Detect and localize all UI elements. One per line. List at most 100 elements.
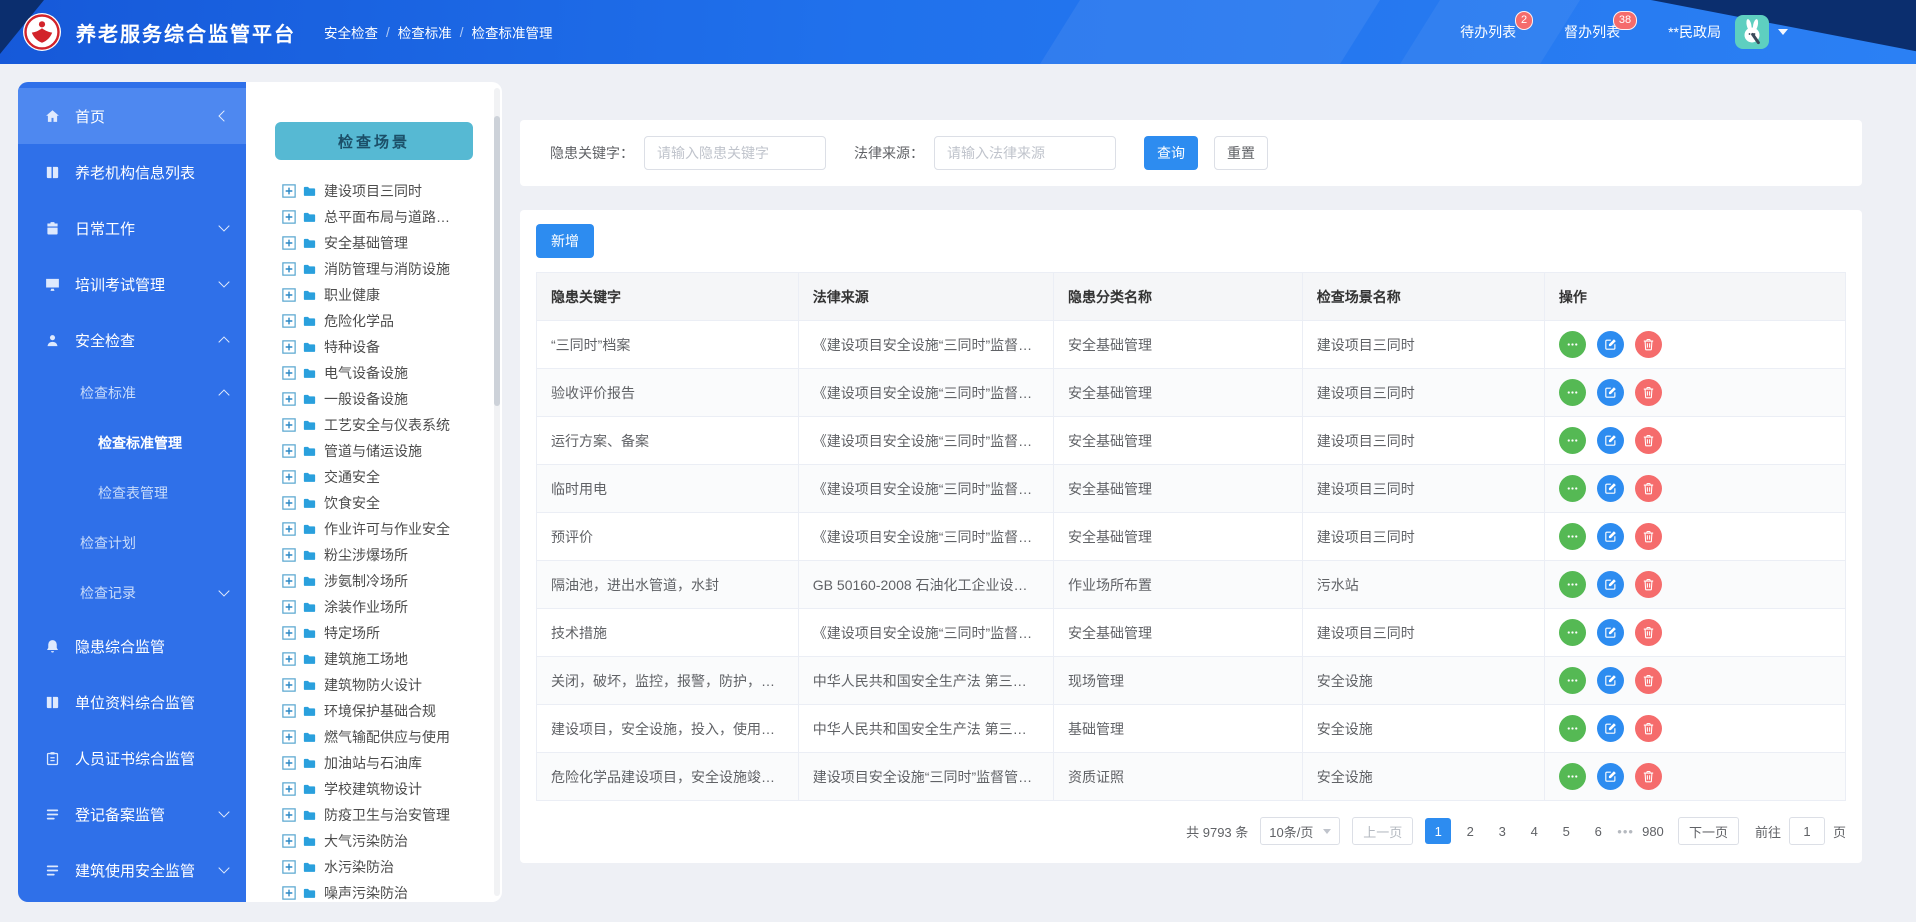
expand-plus-icon[interactable] [282,600,296,614]
menu-collapse-icon[interactable] [218,110,230,122]
row-delete-button[interactable] [1634,379,1662,406]
page-number-last[interactable]: 980 [1640,818,1666,844]
row-more-button[interactable] [1558,667,1586,694]
sidebar-item-9[interactable]: 检查记录 [18,568,246,618]
row-edit-button[interactable] [1596,379,1624,406]
expand-plus-icon[interactable] [282,236,296,250]
tree-node[interactable]: 工艺安全与仪表系统 [282,412,496,438]
expand-plus-icon[interactable] [282,444,296,458]
row-delete-button[interactable] [1634,667,1662,694]
sidebar-item-11[interactable]: 单位资料综合监管 [18,674,246,730]
sidebar-item-0[interactable]: 首页 [18,88,246,144]
breadcrumb-item[interactable]: 检查标准 [398,22,452,42]
row-delete-button[interactable] [1634,523,1662,550]
page-number-6[interactable]: 6 [1585,818,1611,844]
page-size-select[interactable]: 10条/页 [1260,817,1341,845]
tree-node[interactable]: 建筑物防火设计 [282,672,496,698]
expand-plus-icon[interactable] [282,574,296,588]
sidebar-item-1[interactable]: 养老机构信息列表 [18,144,246,200]
expand-plus-icon[interactable] [282,418,296,432]
sidebar-item-10[interactable]: 隐患综合监管 [18,618,246,674]
tree-node[interactable]: 作业许可与作业安全 [282,516,496,542]
page-number-2[interactable]: 2 [1457,818,1483,844]
prev-page-button[interactable]: 上一页 [1352,817,1414,845]
expand-plus-icon[interactable] [282,730,296,744]
goto-page-input[interactable] [1788,817,1825,845]
add-button[interactable]: 新增 [536,224,594,258]
page-number-1[interactable]: 1 [1425,818,1452,844]
row-edit-button[interactable] [1596,715,1624,742]
expand-plus-icon[interactable] [282,262,296,276]
sidebar-item-3[interactable]: 培训考试管理 [18,256,246,312]
expand-plus-icon[interactable] [282,704,296,718]
tree-node[interactable]: 危险化学品 [282,308,496,334]
next-page-button[interactable]: 下一页 [1677,817,1739,845]
supervise-list-link[interactable]: 督办列表 38 [1564,11,1638,42]
row-delete-button[interactable] [1634,715,1662,742]
sidebar-item-sub-7[interactable]: 检查表管理 [18,468,246,518]
tree-node[interactable]: 建筑施工场地 [282,646,496,672]
row-edit-button[interactable] [1596,475,1624,502]
tree-node[interactable]: 管道与储运设施 [282,438,496,464]
row-more-button[interactable] [1558,427,1586,454]
row-delete-button[interactable] [1634,475,1662,502]
tree-node[interactable]: 交通安全 [282,464,496,490]
expand-plus-icon[interactable] [282,782,296,796]
expand-plus-icon[interactable] [282,834,296,848]
sidebar-item-12[interactable]: 人员证书综合监管 [18,730,246,786]
expand-plus-icon[interactable] [282,678,296,692]
expand-plus-icon[interactable] [282,886,296,900]
sidebar-item-4[interactable]: 安全检查 [18,312,246,368]
expand-plus-icon[interactable] [282,496,296,510]
tree-node[interactable]: 总平面布局与道路… [282,204,496,230]
keyword-input[interactable] [644,136,826,170]
row-edit-button[interactable] [1596,571,1624,598]
expand-plus-icon[interactable] [282,340,296,354]
page-ellipsis[interactable]: ••• [1617,824,1634,839]
row-delete-button[interactable] [1634,763,1662,790]
tree-node[interactable]: 消防管理与消防设施 [282,256,496,282]
page-number-5[interactable]: 5 [1553,818,1579,844]
sidebar-item-5[interactable]: 检查标准 [18,368,246,418]
tree-node[interactable]: 饮食安全 [282,490,496,516]
tree-node[interactable]: 大气污染防治 [282,828,496,854]
law-source-input[interactable] [934,136,1116,170]
tree-node[interactable]: 燃气输配供应与使用 [282,724,496,750]
row-delete-button[interactable] [1634,571,1662,598]
tree-node[interactable]: 环境保护基础合规 [282,698,496,724]
tree-node[interactable]: 噪声污染防治 [282,880,496,902]
tree-node[interactable]: 学校建筑物设计 [282,776,496,802]
breadcrumb-item[interactable]: 安全检查 [324,22,378,42]
row-delete-button[interactable] [1634,331,1662,358]
row-more-button[interactable] [1558,379,1586,406]
tree-node[interactable]: 涉氨制冷场所 [282,568,496,594]
row-more-button[interactable] [1558,523,1586,550]
todo-list-link[interactable]: 待办列表 2 [1460,11,1534,42]
row-delete-button[interactable] [1634,427,1662,454]
tree-node[interactable]: 粉尘涉爆场所 [282,542,496,568]
sidebar-item-2[interactable]: 日常工作 [18,200,246,256]
expand-plus-icon[interactable] [282,392,296,406]
page-number-3[interactable]: 3 [1489,818,1515,844]
row-more-button[interactable] [1558,715,1586,742]
tree-node[interactable]: 涂装作业场所 [282,594,496,620]
row-more-button[interactable] [1558,571,1586,598]
expand-plus-icon[interactable] [282,808,296,822]
scene-header-button[interactable]: 检查场景 [275,122,473,160]
tree-node[interactable]: 防疫卫生与治安管理 [282,802,496,828]
row-edit-button[interactable] [1596,523,1624,550]
expand-plus-icon[interactable] [282,366,296,380]
sidebar-item-13[interactable]: 登记备案监管 [18,786,246,842]
row-edit-button[interactable] [1596,763,1624,790]
row-edit-button[interactable] [1596,427,1624,454]
page-number-4[interactable]: 4 [1521,818,1547,844]
sidebar-item-14[interactable]: 建筑使用安全监管 [18,842,246,898]
reset-button[interactable]: 重置 [1214,136,1268,170]
tree-scrollbar-thumb[interactable] [494,116,500,406]
row-more-button[interactable] [1558,619,1586,646]
expand-plus-icon[interactable] [282,548,296,562]
expand-plus-icon[interactable] [282,184,296,198]
expand-plus-icon[interactable] [282,626,296,640]
tree-node[interactable]: 安全基础管理 [282,230,496,256]
row-edit-button[interactable] [1596,331,1624,358]
